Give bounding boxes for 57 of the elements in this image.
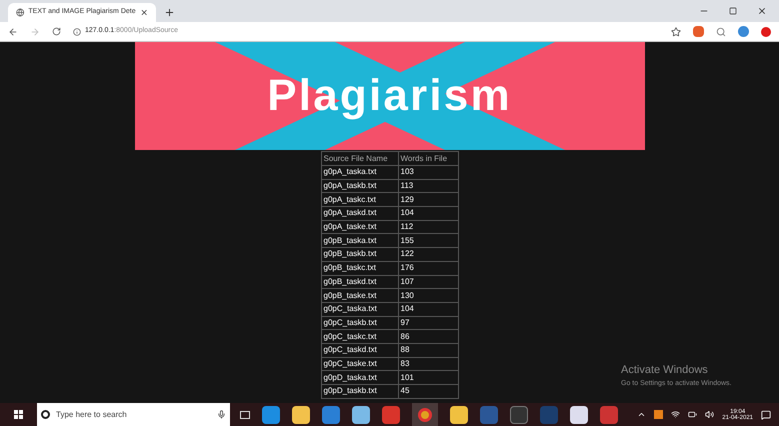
back-icon[interactable] [8,26,18,36]
table-cell: g0pD_taska.txt [321,370,398,384]
search-placeholder: Type here to search [56,408,127,420]
table-cell: g0pA_taske.txt [321,220,398,234]
table-cell: 101 [398,370,458,384]
table-cell: g0pB_taskb.txt [321,248,398,262]
column-header: Source File Name [321,152,398,166]
table-cell: 104 [398,206,458,220]
windows-icon[interactable] [14,410,23,419]
table-cell: 107 [398,275,458,289]
table-cell: g0pB_taskc.txt [321,261,398,275]
close-icon[interactable] [140,8,148,17]
volume-icon[interactable] [705,410,714,419]
table-cell: g0pA_taska.txt [321,166,398,180]
table-cell: g0pA_taskd.txt [321,206,398,220]
table-cell: 155 [398,234,458,248]
wifi-icon[interactable] [671,410,680,419]
table-cell: 88 [398,343,458,358]
table-cell: 97 [398,316,458,330]
table-cell: 103 [398,166,458,180]
microphone-icon[interactable] [217,410,226,419]
table-cell: 122 [398,248,458,262]
cortana-icon [41,410,50,419]
maximize-icon[interactable] [729,7,737,15]
table-cell: 112 [398,220,458,234]
table-cell: 130 [398,288,458,302]
table-cell: g0pC_taskb.txt [321,316,398,330]
table-cell: 176 [398,261,458,275]
search-icon[interactable] [716,26,726,36]
reload-icon[interactable] [52,27,61,36]
table-cell: g0pA_taskc.txt [321,192,398,207]
table-cell: 45 [398,384,458,398]
table-cell: g0pC_taskc.txt [321,330,398,344]
info-icon[interactable] [73,28,81,36]
table-cell: g0pB_taske.txt [321,288,398,302]
table-cell: 129 [398,192,458,207]
column-header: Words in File [398,152,458,166]
new-tab-icon[interactable] [164,7,175,18]
table-cell: g0pB_taska.txt [321,234,398,248]
table-cell: g0pC_taskd.txt [321,343,398,358]
battery-icon[interactable] [688,410,698,419]
notification-icon[interactable] [761,410,771,420]
table-cell: g0pD_taskb.txt [321,384,398,398]
table-cell: 83 [398,357,458,371]
task-view-icon[interactable] [240,410,250,418]
table-cell: g0pC_taske.txt [321,357,398,371]
table-cell: g0pB_taskd.txt [321,275,398,289]
table-cell: g0pA_taskb.txt [321,179,398,193]
watermark-title: Activate Windows [621,363,709,378]
table-cell: g0pC_taska.txt [321,302,398,316]
table-cell: 86 [398,330,458,344]
chevron-icon[interactable] [637,410,646,419]
star-icon[interactable] [671,26,681,36]
table-cell: 104 [398,302,458,316]
taskbar-search-field[interactable]: Type here to search [37,403,230,426]
close-icon[interactable] [757,6,767,16]
table-cell: 113 [398,179,458,193]
